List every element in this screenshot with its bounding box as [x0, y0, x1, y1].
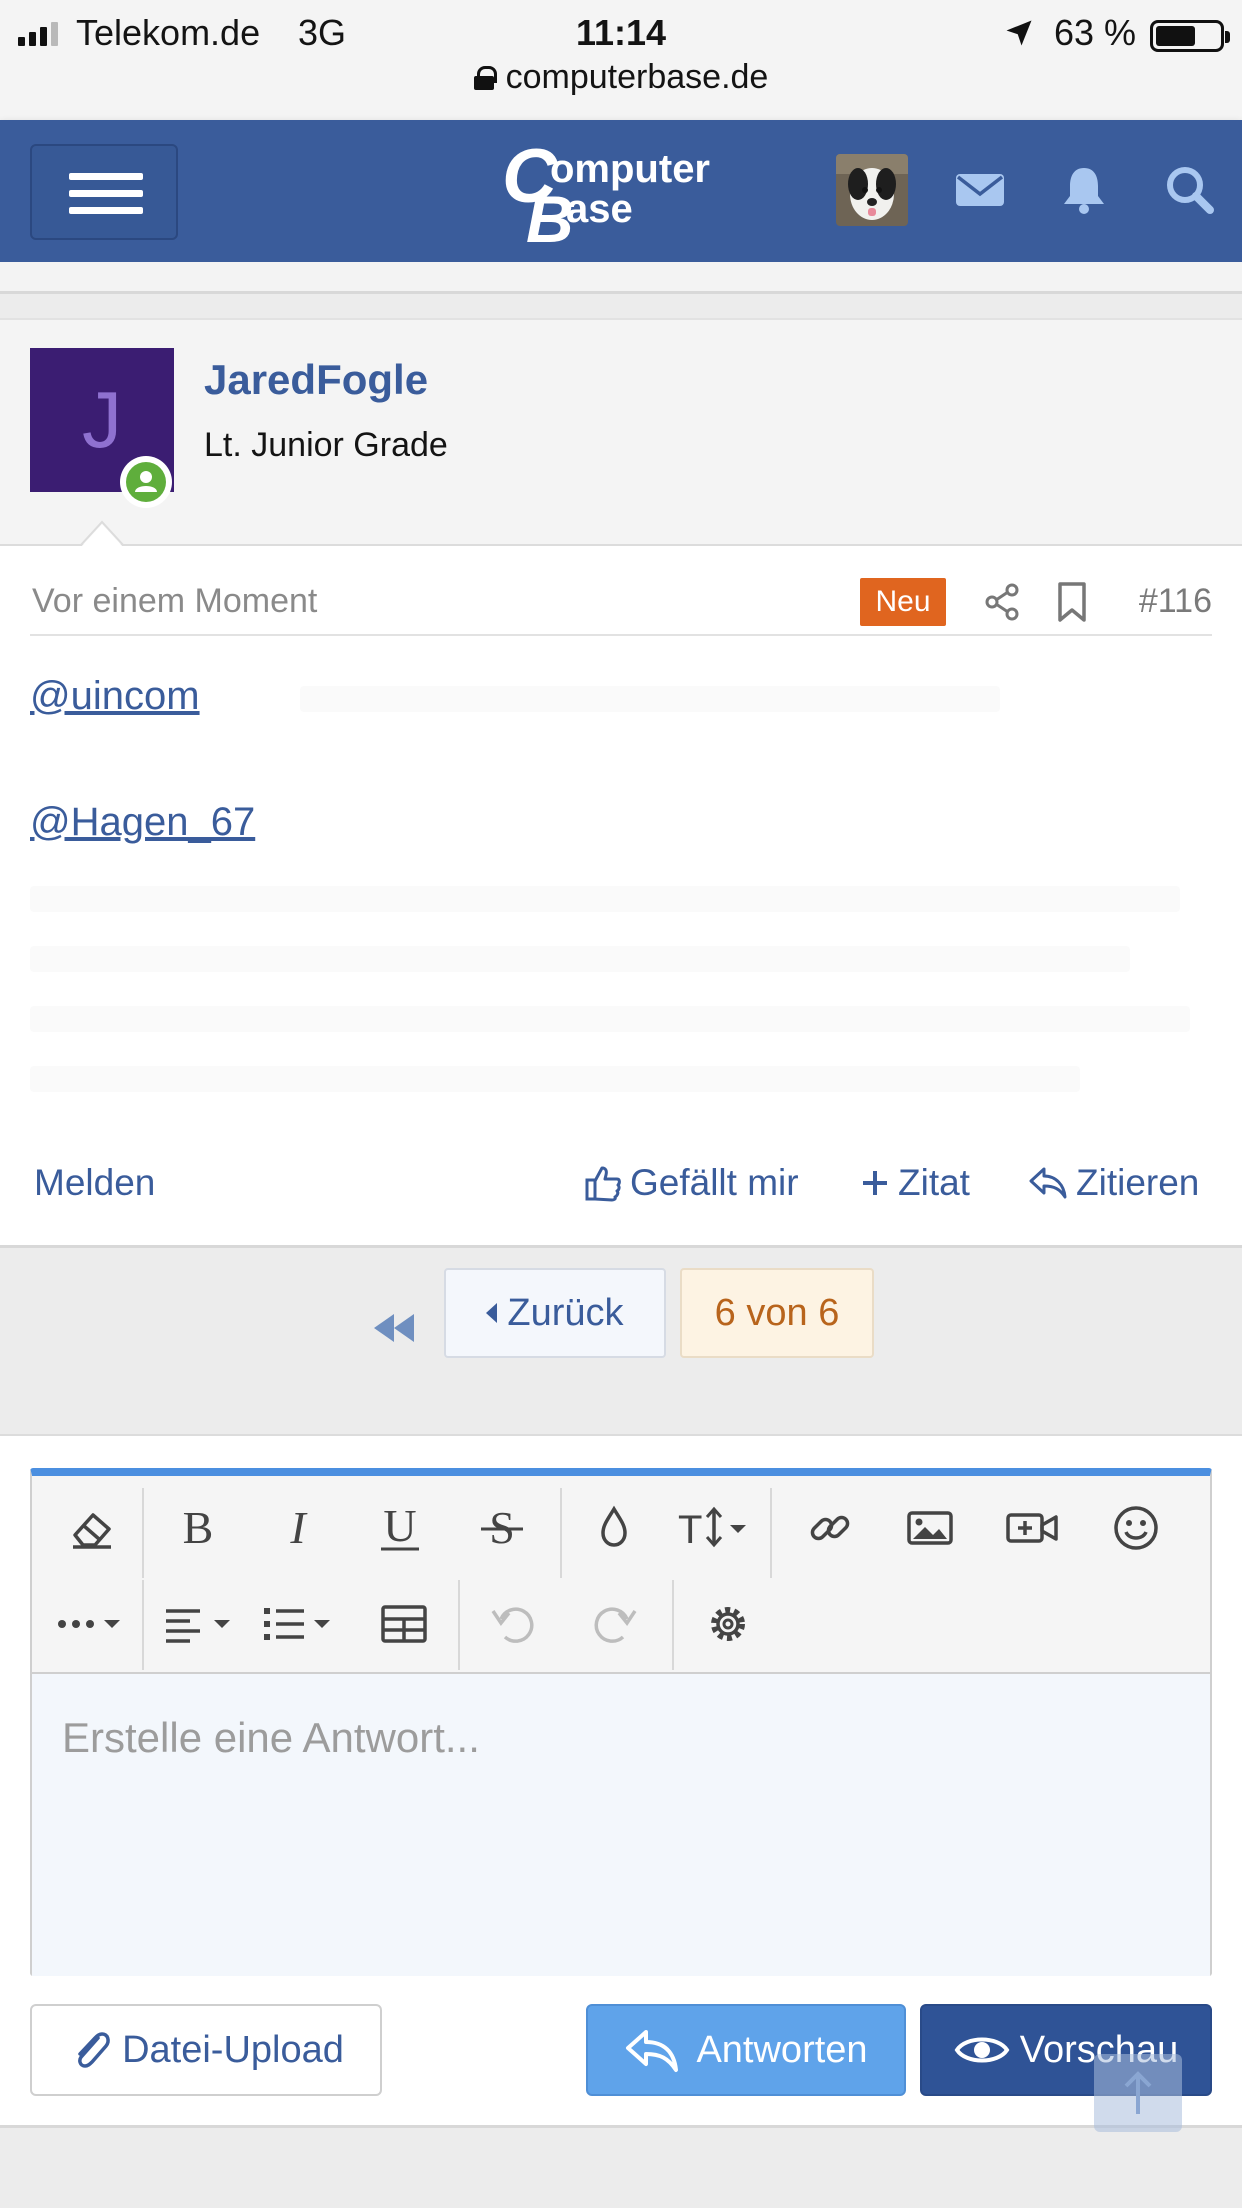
toolbar-separator — [458, 1580, 460, 1670]
pagination: Zurück 6 von 6 — [0, 1248, 1242, 1436]
reply-textarea[interactable]: Erstelle eine Antwort... — [32, 1672, 1210, 1976]
quote-label: Zitieren — [1076, 1162, 1200, 1203]
computerbase-logo[interactable]: C omputer B ase — [502, 138, 742, 248]
like-label: Gefällt mir — [630, 1162, 799, 1203]
bold-icon[interactable]: B — [168, 1498, 228, 1558]
plus-icon — [863, 1171, 887, 1195]
color-drop-icon[interactable] — [584, 1498, 644, 1558]
logo-text-1: omputer — [550, 147, 710, 191]
svg-text:B: B — [183, 1503, 214, 1553]
post-pointer-arrow — [80, 520, 124, 548]
post-number[interactable]: #116 — [1139, 582, 1212, 621]
add-quote-label: Zitat — [898, 1162, 970, 1203]
link-icon[interactable] — [800, 1498, 860, 1558]
toolbar-separator — [672, 1580, 674, 1670]
lock-icon — [473, 66, 497, 90]
avatar-letter: J — [82, 375, 122, 464]
previous-page-button[interactable]: Zurück — [444, 1268, 666, 1358]
toolbar-separator — [560, 1488, 562, 1578]
user-avatar-button[interactable] — [836, 154, 908, 226]
undo-icon[interactable] — [484, 1594, 544, 1654]
location-arrow-icon — [1006, 20, 1032, 46]
reply-button[interactable]: Antworten — [586, 2004, 906, 2096]
report-label: Melden — [34, 1162, 156, 1203]
more-icon[interactable] — [50, 1594, 134, 1654]
faded-text — [30, 1066, 1080, 1092]
page-indicator[interactable]: 6 von 6 — [680, 1268, 874, 1358]
faded-text — [300, 686, 1000, 712]
site-header: C omputer B ase — [0, 120, 1242, 262]
arrow-up-icon — [1124, 2071, 1152, 2114]
eye-icon — [954, 2037, 1010, 2063]
video-icon[interactable] — [1002, 1498, 1062, 1558]
share-icon[interactable] — [982, 582, 1022, 622]
faded-text — [30, 946, 1130, 972]
toolbar-separator — [770, 1488, 772, 1578]
svg-text:I: I — [289, 1503, 308, 1553]
sub-navigation — [0, 262, 1242, 294]
toolbar-separator — [142, 1580, 144, 1670]
reply-section: B I U S T Erstelle eine Antwort... Datei… — [0, 1436, 1242, 2132]
post-time[interactable]: Vor einem Moment — [32, 582, 317, 621]
address-bar[interactable]: computerbase.de — [0, 58, 1242, 97]
file-upload-label: Datei-Upload — [122, 2028, 344, 2071]
editor-toolbar: B I U S T — [32, 1476, 1210, 1672]
battery-percent: 63 % — [1054, 12, 1137, 53]
image-icon[interactable] — [900, 1498, 960, 1558]
svg-text:U: U — [383, 1503, 416, 1551]
user-online-icon — [135, 471, 157, 492]
reply-arrow-icon — [1029, 1167, 1067, 1199]
list-icon[interactable] — [260, 1594, 344, 1654]
strikethrough-icon[interactable]: S — [472, 1498, 532, 1558]
thumbs-up-icon — [585, 1166, 621, 1202]
report-link[interactable]: Melden — [34, 1162, 155, 1204]
quote-button[interactable]: Zitieren — [1028, 1162, 1199, 1204]
author-rank: Lt. Junior Grade — [204, 426, 448, 464]
previous-page-label: Zurück — [507, 1291, 624, 1334]
battery-icon — [1150, 20, 1230, 52]
like-button[interactable]: Gefällt mir — [584, 1162, 799, 1204]
file-upload-button[interactable]: Datei-Upload — [30, 2004, 382, 2096]
first-page-icon[interactable] — [370, 1308, 416, 1348]
svg-text:T: T — [678, 1508, 702, 1552]
menu-button[interactable] — [30, 144, 178, 240]
faded-text — [30, 886, 1180, 912]
mention-link[interactable]: @uincom — [30, 674, 200, 719]
reply-label: Antworten — [696, 2028, 868, 2071]
rich-text-editor: B I U S T Erstelle eine Antwort... — [30, 1468, 1212, 1976]
search-icon[interactable] — [1164, 164, 1216, 216]
caret-left-icon — [486, 1303, 498, 1323]
align-icon[interactable] — [160, 1594, 244, 1654]
smiley-icon[interactable] — [1106, 1498, 1166, 1558]
table-icon[interactable] — [374, 1594, 434, 1654]
eraser-icon[interactable] — [62, 1498, 122, 1558]
settings-icon[interactable] — [698, 1594, 758, 1654]
toolbar-separator — [142, 1488, 144, 1578]
bookmark-icon[interactable] — [1054, 580, 1090, 624]
bell-icon[interactable] — [1058, 164, 1110, 216]
mention-link[interactable]: @Hagen_67 — [30, 800, 255, 845]
logo-text-2: ase — [566, 187, 633, 231]
post-meta: Vor einem Moment Neu #116 — [30, 546, 1212, 636]
reply-placeholder: Erstelle eine Antwort... — [62, 1714, 480, 1761]
scroll-to-top-button[interactable] — [1094, 2054, 1182, 2132]
post-actions: Melden Gefällt mir Zitat Zitieren — [0, 1154, 1242, 1214]
page-indicator-label: 6 von 6 — [714, 1291, 840, 1334]
faded-text — [30, 1006, 1190, 1032]
new-badge: Neu — [860, 578, 946, 626]
status-bar: Telekom.de 3G 11:14 63 % computerbase.de — [0, 0, 1242, 120]
italic-icon[interactable]: I — [268, 1498, 328, 1558]
author-name[interactable]: JaredFogle — [204, 356, 428, 404]
url-text: computerbase.de — [505, 58, 769, 96]
online-status-icon — [120, 456, 172, 508]
font-size-icon[interactable]: T — [674, 1498, 754, 1558]
add-quote-button[interactable]: Zitat — [860, 1162, 970, 1204]
reply-icon — [626, 2030, 679, 2072]
paperclip-icon — [78, 2032, 110, 2068]
post-author-bar: J JaredFogle Lt. Junior Grade — [0, 318, 1242, 546]
envelope-icon[interactable] — [954, 164, 1006, 216]
underline-icon[interactable]: U — [370, 1498, 430, 1558]
redo-icon[interactable] — [584, 1594, 644, 1654]
post-body: Vor einem Moment Neu #116 @uincom @Hagen… — [0, 546, 1242, 1248]
